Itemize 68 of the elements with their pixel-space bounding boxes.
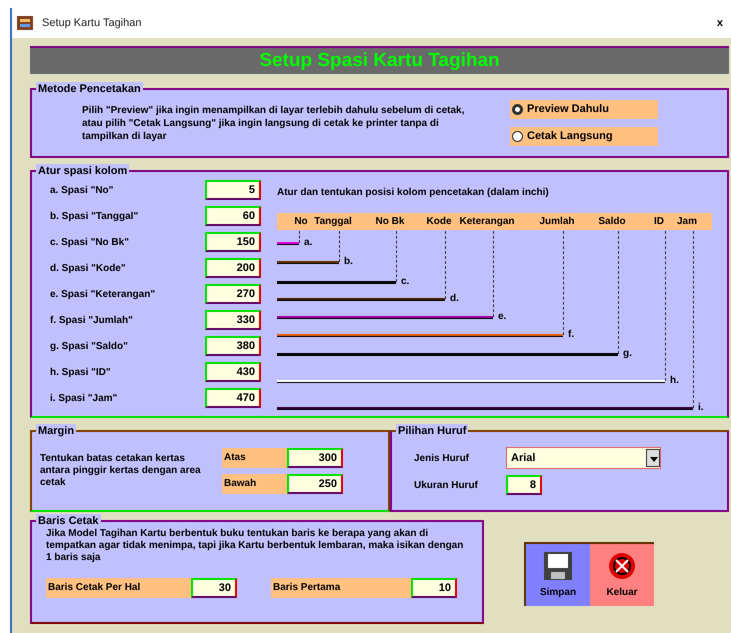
spacing-field[interactable]: 330 bbox=[205, 310, 261, 330]
line-mark: i. bbox=[698, 401, 704, 415]
radio-button[interactable] bbox=[512, 131, 523, 142]
column-header: Jumlah bbox=[538, 215, 576, 229]
field-label: b. Spasi "Tanggal" bbox=[50, 210, 140, 224]
field-label: Ukuran Huruf bbox=[414, 478, 479, 492]
stop-icon bbox=[607, 550, 637, 580]
header-bar: Setup Spasi Kartu Tagihan bbox=[30, 46, 729, 74]
spacing-field[interactable]: 150 bbox=[205, 232, 261, 252]
column-header: Tanggal bbox=[313, 215, 353, 229]
font-dropdown[interactable]: Arial bbox=[506, 447, 661, 469]
dashed-guide bbox=[339, 231, 340, 262]
field-label: Baris Pertama bbox=[271, 578, 411, 598]
window-title: Setup Kartu Tagihan bbox=[42, 16, 142, 31]
column-header: Kode bbox=[426, 215, 452, 229]
field-label: f. Spasi "Jumlah" bbox=[50, 314, 134, 328]
field-label: Atas bbox=[222, 448, 287, 468]
spacing-field[interactable]: 430 bbox=[205, 362, 261, 382]
line-mark: f. bbox=[568, 328, 574, 342]
field-label: i. Spasi "Jam" bbox=[50, 392, 118, 406]
field-label: g. Spasi "Saldo" bbox=[50, 340, 129, 354]
column-header: Jam bbox=[676, 215, 698, 229]
field-label: Baris Cetak Per Hal bbox=[46, 578, 191, 598]
font-size-field[interactable]: 8 bbox=[506, 475, 542, 495]
spacing-field[interactable]: 200 bbox=[205, 258, 261, 278]
save-button[interactable]: Simpan bbox=[526, 544, 590, 606]
margin-field[interactable]: 300 bbox=[287, 448, 343, 468]
exit-button[interactable]: Keluar bbox=[590, 544, 654, 606]
instruction-text: Tentukan batas cetakan kertas antara pinggir kertas dengan area cetak bbox=[40, 453, 202, 489]
margin-field[interactable]: 250 bbox=[287, 474, 343, 494]
section-title: Atur spasi kolom bbox=[36, 164, 130, 178]
field-label: a. Spasi "No" bbox=[50, 184, 114, 198]
rows-field[interactable]: 10 bbox=[411, 578, 457, 598]
line-mark: d. bbox=[450, 292, 459, 306]
column-header: ID bbox=[653, 215, 665, 229]
instruction-text: Atur dan tentukan posisi kolom pencetakan (dalam inchi) bbox=[277, 186, 549, 200]
spacing-field[interactable]: 5 bbox=[205, 180, 261, 200]
column-header: No Bk bbox=[374, 215, 406, 229]
line-mark: h. bbox=[670, 374, 679, 388]
line-mark: g. bbox=[623, 347, 632, 361]
app-icon bbox=[16, 15, 34, 31]
spacing-field[interactable]: 380 bbox=[205, 336, 261, 356]
column-header: Saldo bbox=[597, 215, 627, 229]
line-mark: a. bbox=[304, 236, 312, 250]
instruction-text: Jika Model Tagihan Kartu berbentuk buku tentukan baris ke berapa yang akan di tempatkan agar tidak menimpa, tapi jika Kartu berbentuk lembaran, maka isikan dengan 1 baris saja bbox=[46, 528, 464, 564]
spacing-field[interactable]: 60 bbox=[205, 206, 261, 226]
spacing-line bbox=[277, 242, 299, 245]
radio-button[interactable] bbox=[512, 104, 523, 115]
line-mark: c. bbox=[401, 275, 410, 289]
field-label: e. Spasi "Keterangan" bbox=[50, 288, 156, 302]
spacing-field[interactable]: 470 bbox=[205, 388, 261, 408]
column-header: No bbox=[293, 215, 309, 229]
close-button[interactable]: x bbox=[712, 14, 727, 32]
spacing-field[interactable]: 270 bbox=[205, 284, 261, 304]
field-label: c. Spasi "No Bk" bbox=[50, 236, 130, 250]
field-label: h. Spasi "ID" bbox=[50, 366, 112, 380]
dashed-guide bbox=[396, 231, 397, 282]
section-title: Margin bbox=[36, 424, 76, 438]
instruction-text: Pilih "Preview" jika ingin menampilkan di layar terlebih dahulu sebelum di cetak, atau pilih "Cetak Langsung" jika ingin langsung di cetak ke printer tanpa di tampilkan di layar bbox=[82, 104, 466, 142]
dashed-guide bbox=[445, 231, 446, 299]
column-header: Keterangan bbox=[458, 215, 516, 229]
field-label: d. Spasi "Kode" bbox=[50, 262, 127, 276]
field-label: Jenis Huruf bbox=[414, 452, 470, 466]
spacing-line bbox=[277, 261, 339, 264]
line-mark: b. bbox=[344, 255, 353, 269]
rows-field[interactable]: 30 bbox=[191, 578, 237, 598]
field-label: Bawah bbox=[222, 474, 287, 494]
line-mark: e. bbox=[498, 310, 506, 324]
